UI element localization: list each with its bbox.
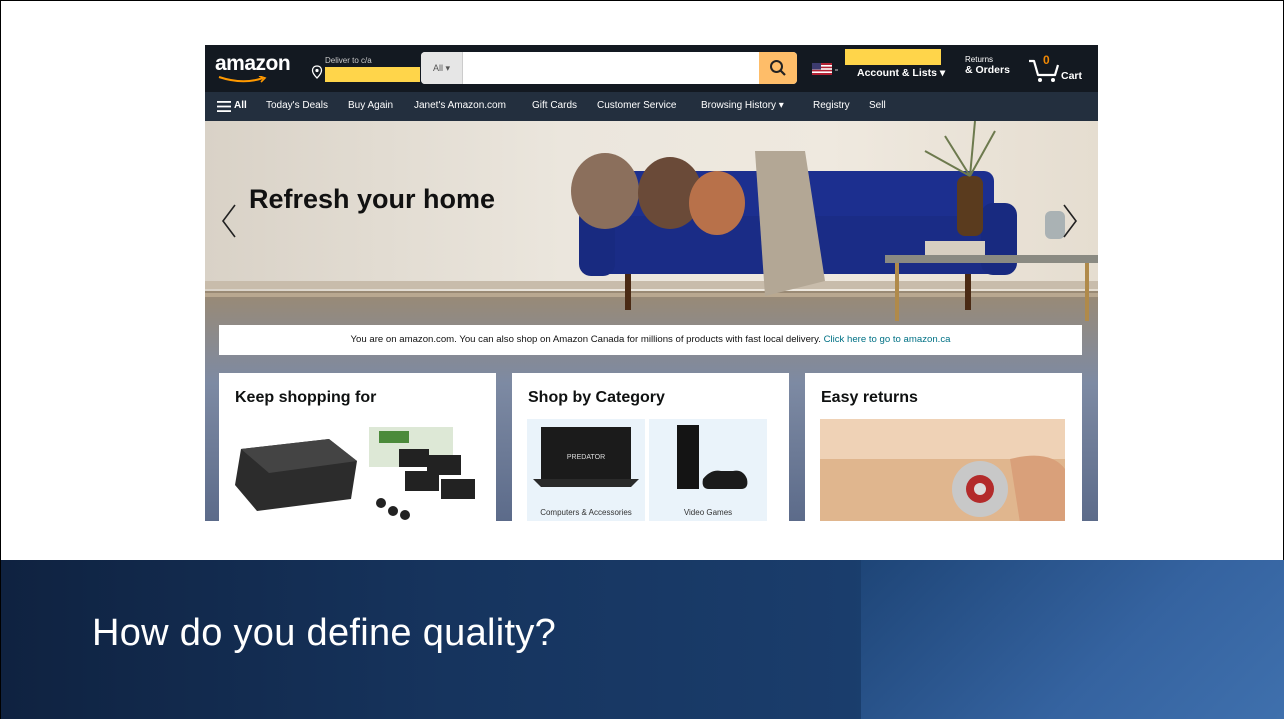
- account-redaction: [845, 49, 941, 65]
- deliver-label: Deliver to c/a: [325, 56, 372, 65]
- bait-station-product-image[interactable]: [229, 419, 489, 521]
- category-computers[interactable]: PREDATOR Computers & Accessories: [527, 419, 645, 521]
- sofa-scene-image: [205, 121, 1098, 321]
- card-shop-by-category: Shop by Category PREDATOR Computers & Ac…: [512, 373, 789, 521]
- nav-all[interactable]: All: [234, 100, 247, 111]
- hero-carousel: Refresh your home You are on amazon.com.…: [205, 121, 1098, 521]
- card-easy-returns[interactable]: Easy returns: [805, 373, 1082, 521]
- card-title: Easy returns: [821, 389, 918, 406]
- deliver-redaction: [325, 67, 420, 82]
- location-pin-icon: [311, 65, 323, 79]
- card-title: Keep shopping for: [235, 389, 377, 406]
- orders-label: & Orders: [965, 64, 1010, 76]
- us-flag-icon[interactable]: [812, 63, 842, 75]
- hamburger-menu-icon[interactable]: [217, 101, 231, 112]
- returns-label: Returns: [965, 55, 994, 64]
- nav-todays-deals[interactable]: Today's Deals: [266, 100, 328, 111]
- card-title: Shop by Category: [528, 389, 665, 406]
- search-department-select[interactable]: All ▾: [421, 52, 463, 84]
- game-console-image: [677, 425, 748, 489]
- search-input[interactable]: [465, 52, 759, 84]
- laptop-brand: PREDATOR: [567, 454, 605, 461]
- nav-customer-service[interactable]: Customer Service: [597, 100, 676, 111]
- amazon-ca-link[interactable]: Click here to go to amazon.ca: [824, 334, 951, 345]
- search-bar: All ▾: [421, 52, 797, 84]
- laptop-image: PREDATOR: [533, 427, 639, 487]
- cart-count: 0: [1043, 53, 1050, 67]
- returns-orders[interactable]: Returns & Orders: [965, 55, 1010, 76]
- nav-sell[interactable]: Sell: [869, 100, 886, 111]
- deliver-to[interactable]: Deliver to c/a: [311, 53, 421, 85]
- hero-title: Refresh your home: [249, 184, 496, 214]
- amazon-smile-icon: [218, 76, 267, 83]
- packing-tape-image: [820, 419, 1065, 521]
- category-video-games[interactable]: Video Games: [649, 419, 767, 521]
- account-lists[interactable]: Account & Lists ▾: [857, 67, 945, 79]
- search-button[interactable]: [759, 52, 797, 84]
- slide-title: How do you define quality?: [92, 612, 557, 654]
- nav-janets-amazon[interactable]: Janet's Amazon.com: [414, 100, 506, 111]
- search-icon: [770, 60, 786, 76]
- carousel-prev-icon[interactable]: [219, 203, 239, 239]
- category-label: Video Games: [683, 508, 733, 517]
- nav-browsing-history[interactable]: Browsing History ▾: [701, 100, 784, 111]
- amazon-sub-nav: All Today's Deals Buy Again Janet's Amaz…: [205, 92, 1098, 121]
- locale-banner-text: You are on amazon.com. You can also shop…: [350, 334, 821, 345]
- amazon-logo[interactable]: amazon: [215, 52, 291, 76]
- nav-buy-again[interactable]: Buy Again: [348, 100, 393, 111]
- footer-accent-panel: [861, 560, 1284, 719]
- amazon-screenshot: amazon Deliver to c/a All ▾ Account & Li…: [205, 45, 1098, 521]
- category-label: Computers & Accessories: [540, 508, 632, 517]
- card-keep-shopping[interactable]: Keep shopping for: [219, 373, 496, 521]
- nav-gift-cards[interactable]: Gift Cards: [532, 100, 577, 111]
- locale-banner: You are on amazon.com. You can also shop…: [219, 325, 1082, 355]
- cart-button[interactable]: 0 Cart: [1027, 53, 1095, 85]
- carousel-next-icon[interactable]: [1060, 203, 1080, 239]
- amazon-top-nav: amazon Deliver to c/a All ▾ Account & Li…: [205, 45, 1098, 92]
- nav-registry[interactable]: Registry: [813, 100, 850, 111]
- cart-label: Cart: [1061, 70, 1083, 82]
